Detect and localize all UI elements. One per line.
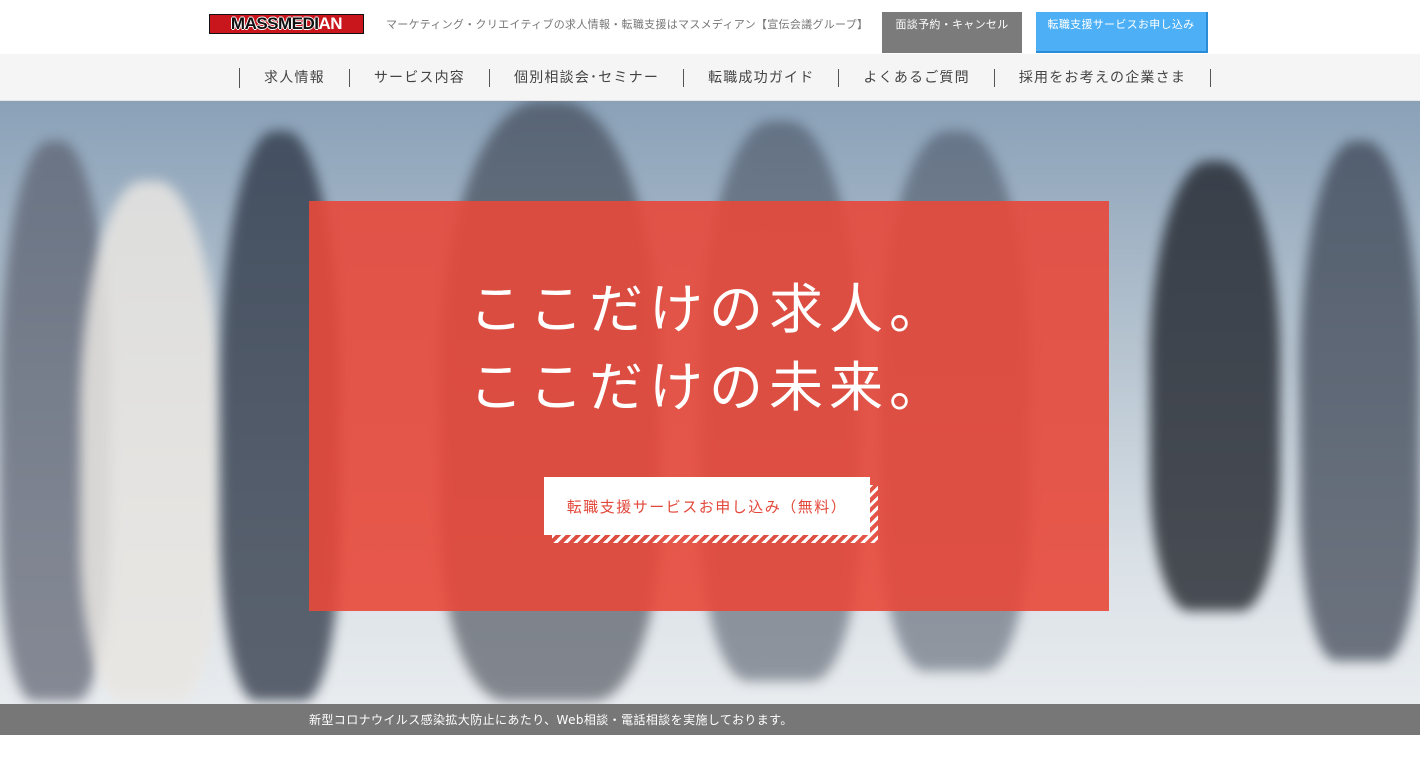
hero-background-figure [80,181,220,701]
logo-text-part-b: AN [318,14,343,33]
logo-text-part-a: MASSMEDI [230,14,319,33]
hero-title-line2: ここだけの未来。 [469,356,949,419]
notice-text[interactable]: 新型コロナウイルス感染拡大防止にあたり、Web相談・電話相談を実施しております。 [309,711,793,728]
nav-list: 求人情報 サービス内容 個別相談会･セミナー 転職成功ガイド よくあるご質問 採… [239,68,1212,88]
nav-item-services[interactable]: サービス内容 [350,69,491,87]
hero-background-figure [1150,161,1280,611]
top-header: MASSMEDI AN マーケティング・クリエイティブの求人情報・転職支援はマスメ… [0,0,1420,54]
nav-item-for-companies[interactable]: 採用をお考えの企業さま [995,69,1212,87]
consult-reservation-button[interactable]: 面談予約・キャンセル [882,12,1022,53]
nav-item-jobs[interactable]: 求人情報 [240,69,350,87]
nav-item-faq[interactable]: よくあるご質問 [839,69,995,87]
site-tagline: マーケティング・クリエイティブの求人情報・転職支援はマスメディアン【宣伝会議グル… [386,18,869,31]
hero-title-line1: ここだけの求人。 [469,278,949,341]
main-nav: 求人情報 サービス内容 個別相談会･セミナー 転職成功ガイド よくあるご質問 採… [0,54,1420,101]
massmedian-logo[interactable]: MASSMEDI AN [209,14,364,34]
hero-title: ここだけの求人。 ここだけの未来。 [309,271,1109,427]
hero-section: ここだけの求人。 ここだけの未来。 転職支援サービスお申し込み（無料） [0,101,1420,704]
hero-cta-wrapper: 転職支援サービスお申し込み（無料） [544,477,878,543]
nav-item-seminars[interactable]: 個別相談会･セミナー [490,69,685,87]
nav-item-career-guide[interactable]: 転職成功ガイド [684,69,840,87]
hero-background-figure [1300,141,1420,661]
hero-red-panel: ここだけの求人。 ここだけの未来。 転職支援サービスお申し込み（無料） [309,201,1109,611]
apply-service-button[interactable]: 転職支援サービスお申し込み [1036,12,1208,53]
hero-apply-free-button[interactable]: 転職支援サービスお申し込み（無料） [544,477,870,535]
notice-bar: 新型コロナウイルス感染拡大防止にあたり、Web相談・電話相談を実施しております。 [0,704,1420,735]
